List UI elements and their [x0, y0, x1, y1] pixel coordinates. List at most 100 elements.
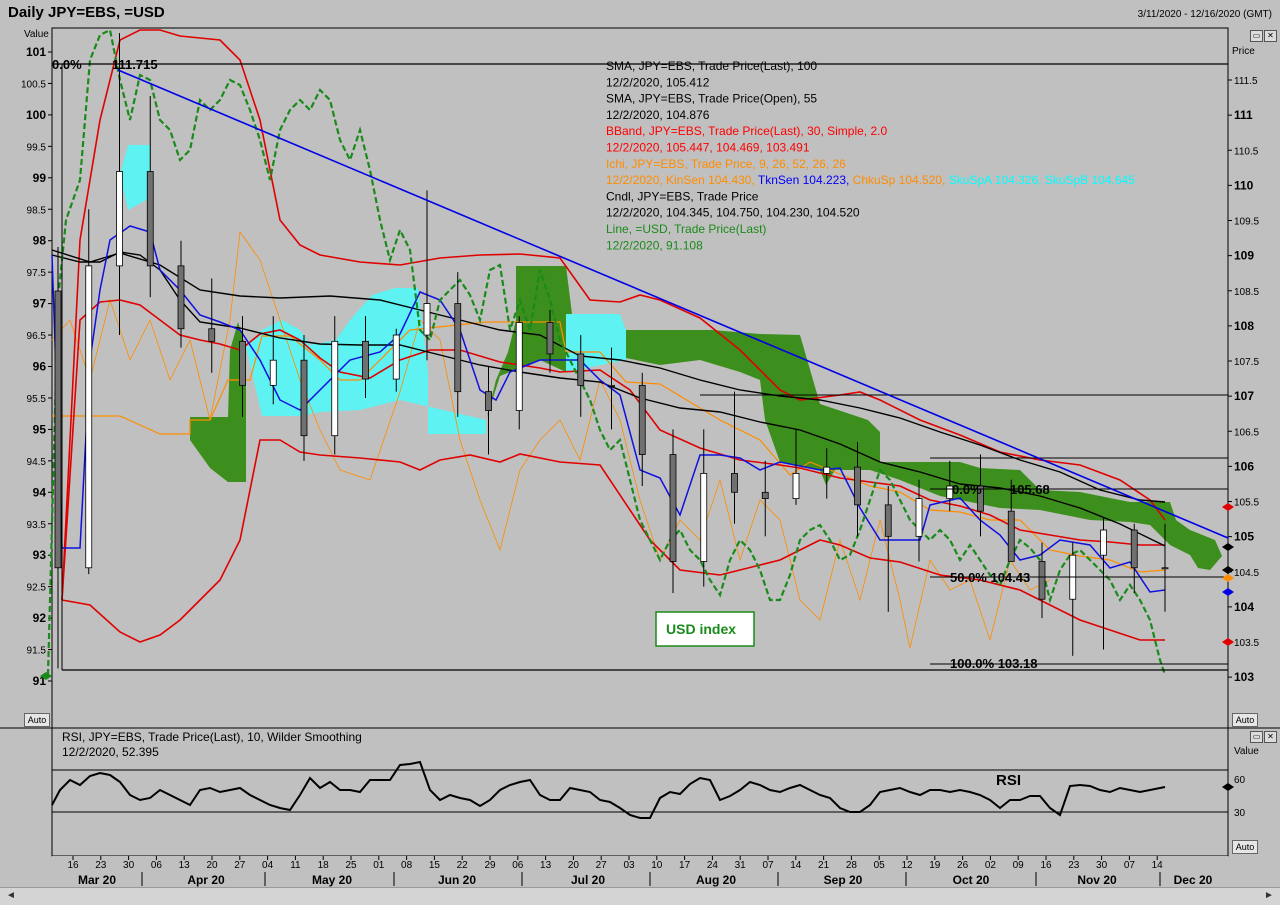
legend-ichi-part: ChkuSp 104.520, — [853, 173, 949, 187]
right-tick-label: 104 — [1234, 600, 1254, 614]
candle-body — [638, 384, 646, 455]
candle-body — [269, 359, 277, 386]
left-tick-label: 99 — [33, 171, 47, 185]
x-day-label: 09 — [1013, 860, 1025, 871]
legend-line: Line, =USD, Trade Price(Last) — [606, 222, 766, 236]
x-day-label: 26 — [957, 860, 969, 871]
left-tick-label: 95 — [33, 422, 47, 436]
candle-body — [700, 473, 708, 562]
x-day-label: 16 — [67, 860, 79, 871]
x-day-label: 22 — [457, 860, 469, 871]
horizontal-scrollbar[interactable]: ◄ ► — [0, 887, 1280, 905]
left-tick-label: 97.5 — [27, 268, 47, 279]
x-day-label: 17 — [679, 860, 691, 871]
right-axis: 111.5 111 110.5 110 109.5 109 108.5 108 107.5 107… — [1228, 76, 1259, 684]
candle-body — [116, 171, 123, 267]
legend-line: 12/2/2020, 104.345, 104.750, 104.230, 10… — [606, 206, 860, 220]
x-day-label: 13 — [540, 860, 552, 871]
auto-button-left[interactable]: Auto — [24, 713, 50, 727]
candle-body — [731, 473, 738, 493]
candle-body — [608, 384, 615, 387]
right-tick-label: 106 — [1234, 459, 1254, 473]
left-tick-label: 93.5 — [27, 520, 47, 531]
right-tick-label: 108 — [1234, 319, 1254, 333]
x-month-label: Mar 20 — [78, 873, 116, 887]
fib2-pct: 0.0% — [952, 482, 982, 497]
x-day-label: 20 — [206, 860, 218, 871]
right-tick-label: 107 — [1234, 389, 1254, 403]
left-tick-label: 99.5 — [27, 142, 47, 153]
x-day-label: 21 — [818, 860, 830, 871]
x-month-label: Oct 20 — [953, 873, 990, 887]
x-month-label: Sep 20 — [824, 873, 863, 887]
legend-ichi-part: 12/2/2020, KinSen 104.430, — [606, 173, 758, 187]
left-tick-label: 96 — [33, 360, 47, 374]
scroll-right-icon[interactable]: ► — [1262, 890, 1276, 902]
x-day-label: 30 — [1096, 860, 1108, 871]
x-month-label: Nov 20 — [1077, 873, 1117, 887]
x-day-label: 24 — [707, 860, 719, 871]
auto-button-right[interactable]: Auto — [1232, 713, 1258, 727]
candle-body — [54, 290, 62, 569]
candle-body — [177, 265, 185, 330]
x-day-label: 12 — [901, 860, 913, 871]
x-day-label: 02 — [985, 860, 997, 871]
x-day-label: 30 — [123, 860, 135, 871]
right-tick-label: 104.5 — [1234, 568, 1259, 579]
x-day-label: 04 — [262, 860, 274, 871]
legend-ichi-part: SkuSpB 104.645 — [1045, 173, 1135, 187]
x-day-label: 28 — [846, 860, 858, 871]
legend-ichi-part: TknSen 104.223, — [758, 173, 853, 187]
right-tick-label: 103 — [1234, 670, 1254, 684]
x-day-label: 01 — [373, 860, 385, 871]
x-day-label: 07 — [762, 860, 774, 871]
auto-button-rsi[interactable]: Auto — [1232, 840, 1258, 854]
left-tick-label: 98 — [33, 234, 47, 248]
rsi-label: RSI — [996, 772, 1021, 789]
left-tick-label: 98.5 — [27, 205, 47, 216]
left-tick-label: 101 — [26, 45, 46, 59]
x-day-label: 15 — [429, 860, 441, 871]
x-day-label: 03 — [623, 860, 635, 871]
legend-line: Ichi, JPY=EBS, Trade Price, 9, 26, 52, 2… — [606, 157, 846, 171]
x-day-label: 10 — [651, 860, 663, 871]
candle-body — [761, 491, 769, 499]
scroll-left-icon[interactable]: ◄ — [4, 890, 18, 902]
left-axis: 101 100.5 100 99.5 99 98.5 98 97.5 97 96.5 96 95.5 9… — [21, 45, 52, 688]
left-tick-label: 92 — [33, 611, 47, 625]
legend-line: 12/2/2020, 105.447, 104.469, 103.491 — [606, 141, 810, 155]
candle-body — [362, 340, 369, 380]
candle-body — [515, 322, 523, 411]
left-tick-label: 92.5 — [27, 583, 47, 594]
candle-body — [546, 322, 554, 355]
left-tick-label: 94.5 — [27, 457, 47, 468]
x-day-label: 27 — [234, 860, 246, 871]
left-tick-label: 100.5 — [21, 79, 46, 90]
candle-body — [823, 466, 831, 474]
candle-body — [792, 473, 800, 499]
x-day-label: 23 — [1068, 860, 1080, 871]
x-day-label: 06 — [512, 860, 524, 871]
usd-index-label: USD index — [666, 621, 736, 637]
candle-body — [239, 340, 246, 386]
x-day-label: 16 — [1040, 860, 1052, 871]
x-day-label: 31 — [735, 860, 747, 871]
left-tick-label: 96.5 — [27, 331, 47, 342]
x-month-label: Dec 20 — [1174, 873, 1213, 887]
candle-body — [1130, 529, 1138, 569]
left-tick-label: 95.5 — [27, 394, 47, 405]
x-month-label: Jun 20 — [438, 873, 476, 887]
fib2-value: 105.68 — [1010, 482, 1050, 497]
candle-body — [208, 328, 216, 342]
rsi-legend-2: 12/2/2020, 52.395 — [62, 745, 159, 759]
legend-line: 12/2/2020, 105.412 — [606, 75, 710, 89]
x-day-label: 25 — [345, 860, 357, 871]
candle-body — [392, 334, 400, 380]
candle-body — [423, 303, 431, 336]
x-day-label: 20 — [568, 860, 580, 871]
candle-body — [1038, 561, 1046, 600]
candle-body — [85, 265, 93, 569]
right-tick-label: 107.5 — [1234, 357, 1259, 368]
candle-body — [884, 504, 892, 537]
left-tick-label: 94 — [33, 485, 47, 499]
